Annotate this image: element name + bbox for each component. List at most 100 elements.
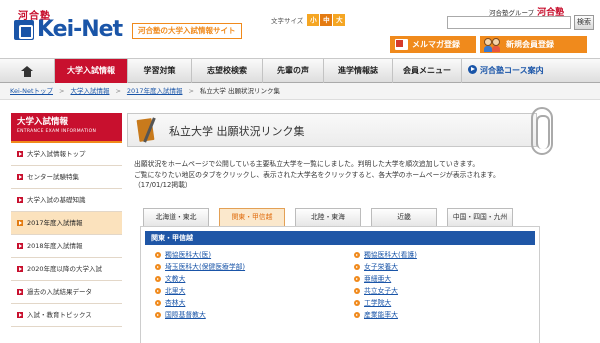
breadcrumb-separator: >: [188, 87, 194, 95]
arrow-circle-icon: [354, 288, 360, 294]
list-item: 国際基督教大: [155, 309, 340, 321]
breadcrumb-separator: >: [115, 87, 121, 95]
notebook-pen-icon: [136, 117, 158, 144]
intro-line: ご覧になりたい地区のタブをクリックし、表示された大学名をクリックすると、各大学の…: [134, 170, 500, 179]
list-item: 女子栄養大: [354, 261, 539, 273]
gnav-senior-voices[interactable]: 先輩の声: [263, 59, 324, 84]
home-icon: [21, 66, 33, 77]
sidebar-item-label: 大学入試情報トップ: [27, 150, 86, 158]
gnav-magazine[interactable]: 進学情報誌: [324, 59, 393, 84]
list-item: 工学院大: [354, 297, 539, 309]
sidebar-item-past-results[interactable]: 過去の入試結果データ: [11, 281, 122, 304]
arrow-bullet-icon: [17, 312, 23, 318]
breadcrumb-2017[interactable]: 2017年度入試情報: [127, 87, 183, 95]
university-list-right: 獨協医科大(看護) 女子栄養大 亜細亜大 共立女子大 工学院大 産業能率大: [354, 249, 539, 321]
university-link[interactable]: 獨協医科大(医): [165, 251, 211, 259]
posted-date: （17/01/12掲載）: [134, 181, 192, 189]
mailmag-register-label: メルマガ登録: [412, 40, 460, 49]
font-size-medium-button[interactable]: 中: [320, 14, 333, 26]
arrow-circle-icon: [155, 252, 161, 258]
sidebar-header: 大学入試情報 ENTRANCE EXAM INFORMATION: [11, 113, 122, 143]
mailmag-register-button[interactable]: メルマガ登録: [390, 36, 476, 53]
keinet-logo-icon[interactable]: [14, 20, 34, 40]
mail-icon: [395, 39, 408, 50]
breadcrumb-current: 私立大学 出願状況リンク集: [199, 87, 280, 95]
gnav-study[interactable]: 学習対策: [128, 59, 192, 84]
paperclip-icon: [531, 107, 553, 155]
university-link[interactable]: 文教大: [165, 275, 185, 283]
tab-kanto-koshinetsu[interactable]: 関東・甲信越: [219, 208, 285, 227]
home-button[interactable]: [0, 59, 55, 84]
sidebar-item-label: 2018年度入試情報: [27, 242, 83, 250]
sidebar-item-center-exam[interactable]: センター試験特集: [11, 166, 122, 189]
university-link[interactable]: 共立女子大: [364, 287, 398, 295]
intro-line: 出願状況をホームページで公開している主要私立大学を一覧にしました。判明した大学を…: [134, 160, 480, 168]
font-size-small-button[interactable]: 小: [307, 14, 320, 26]
university-link[interactable]: 亜細亜大: [364, 275, 391, 283]
arrow-circle-icon: [354, 264, 360, 270]
page-title-box: 私立大学 出願状況リンク集: [127, 113, 537, 147]
gnav-school-search[interactable]: 志望校検索: [192, 59, 263, 84]
breadcrumb-top[interactable]: Kei-Netトップ: [10, 87, 53, 95]
gnav-course-link[interactable]: 河合塾コース案内: [462, 59, 600, 84]
list-item: 産業能率大: [354, 309, 539, 321]
gnav-member-menu[interactable]: 会員メニュー: [393, 59, 462, 84]
arrow-circle-icon: [155, 288, 161, 294]
sidebar-item-2020[interactable]: 2020年度以降の大学入試: [11, 258, 122, 281]
arrow-bullet-icon: [17, 266, 23, 272]
list-item: 獨協医科大(医): [155, 249, 340, 261]
arrow-bullet-icon: [17, 243, 23, 249]
sidebar-item-basics[interactable]: 大学入試の基礎知識: [11, 189, 122, 212]
list-item: 北里大: [155, 285, 340, 297]
font-size-large-button[interactable]: 大: [333, 14, 346, 26]
sidebar-item-2018[interactable]: 2018年度入試情報: [11, 235, 122, 258]
tab-chugoku-shikoku-kyushu[interactable]: 中国・四国・九州: [447, 208, 513, 226]
keinet-logo[interactable]: Kei-Net: [37, 18, 123, 42]
university-link[interactable]: 女子栄養大: [364, 263, 398, 271]
sidebar-item-label: 2020年度以降の大学入試: [27, 265, 103, 273]
arrow-bullet-icon: [17, 151, 23, 157]
gnav-course-label: 河合塾コース案内: [480, 66, 544, 75]
sidebar-item-topics[interactable]: 入試・教育トピックス: [11, 304, 122, 327]
gnav-exam-info[interactable]: 大学入試情報: [55, 59, 128, 84]
university-link[interactable]: 工学院大: [364, 299, 391, 307]
university-link[interactable]: 産業能率大: [364, 311, 398, 319]
university-link[interactable]: 杏林大: [165, 299, 185, 307]
page-title: 私立大学 出願状況リンク集: [169, 125, 305, 138]
arrow-circle-icon: [155, 312, 161, 318]
arrow-circle-icon: [155, 300, 161, 306]
arrow-circle-icon: [354, 312, 360, 318]
breadcrumb-exam-info[interactable]: 大学入試情報: [70, 87, 109, 95]
arrow-circle-icon: [468, 65, 477, 74]
list-item: 共立女子大: [354, 285, 539, 297]
new-member-register-button[interactable]: 新規会員登録: [480, 36, 587, 53]
sidebar-item-2017[interactable]: 2017年度入試情報: [11, 212, 122, 235]
arrow-circle-icon: [155, 276, 161, 282]
search-button[interactable]: 検索: [574, 15, 594, 30]
arrow-circle-icon: [155, 264, 161, 270]
list-item: 杏林大: [155, 297, 340, 309]
arrow-bullet-icon: [17, 174, 23, 180]
tab-kinki[interactable]: 近畿: [371, 208, 437, 226]
global-nav: 大学入試情報 学習対策 志望校検索 先輩の声 進学情報誌 会員メニュー 河合塾コ…: [0, 58, 600, 84]
university-link[interactable]: 獨協医科大(看護): [364, 251, 417, 259]
sidebar-subtitle: ENTRANCE EXAM INFORMATION: [17, 129, 97, 134]
university-link[interactable]: 国際基督教大: [165, 311, 206, 319]
breadcrumb-separator: >: [59, 87, 65, 95]
sidebar-item-label: 大学入試の基礎知識: [27, 196, 86, 204]
sidebar-item-label: 2017年度入試情報: [27, 219, 83, 227]
university-list-left: 獨協医科大(医) 埼玉医科大(保健医療学部) 文教大 北里大 杏林大 国際基督教…: [155, 249, 340, 321]
intro-text: 出願状況をホームページで公開している主要私立大学を一覧にしました。判明した大学を…: [134, 159, 554, 191]
arrow-bullet-icon: [17, 220, 23, 226]
university-link[interactable]: 埼玉医科大(保健医療学部): [165, 263, 245, 271]
search-input[interactable]: [447, 16, 571, 29]
arrow-circle-icon: [354, 276, 360, 282]
arrow-circle-icon: [354, 252, 360, 258]
university-link[interactable]: 北里大: [165, 287, 185, 295]
tab-hokkaido-tohoku[interactable]: 北海道・東北: [143, 208, 209, 226]
font-size-switcher: 文字サイズ 小 中 大: [271, 14, 346, 26]
sidebar-item-label: センター試験特集: [27, 173, 79, 181]
tab-hokuriku-tokai[interactable]: 北陸・東海: [295, 208, 361, 226]
arrow-bullet-icon: [17, 197, 23, 203]
sidebar-item-exam-top[interactable]: 大学入試情報トップ: [11, 143, 122, 166]
